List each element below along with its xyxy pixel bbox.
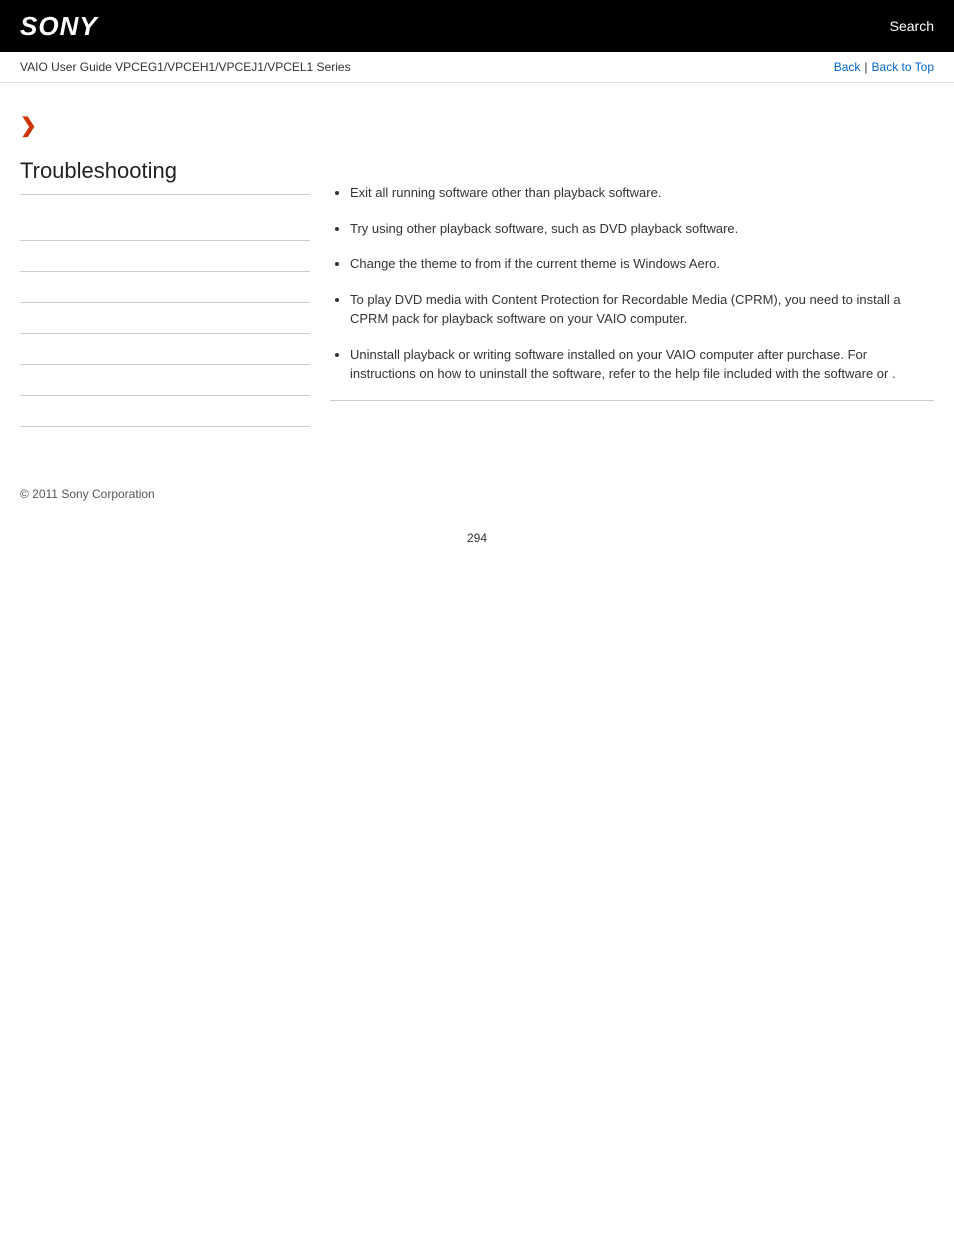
search-button[interactable]: Search [890,18,934,34]
main-container: ❯ Troubleshooting Exit all running softw… [0,83,954,447]
sidebar-nav-link[interactable] [20,311,310,325]
sidebar-nav-link[interactable] [20,373,310,387]
list-item [20,365,310,396]
list-item [20,272,310,303]
sidebar-nav-link[interactable] [20,280,310,294]
content-list: Exit all running software other than pla… [330,183,934,384]
header: SONY Search [0,0,954,52]
back-link[interactable]: Back [834,60,861,74]
list-item [20,210,310,241]
list-item: Try using other playback software, such … [350,219,934,239]
sidebar-nav [20,210,310,427]
list-item [20,334,310,365]
sidebar-nav-link[interactable] [20,218,310,232]
sidebar-nav-link[interactable] [20,249,310,263]
list-item: To play DVD media with Content Protectio… [350,290,934,329]
list-item: Exit all running software other than pla… [350,183,934,203]
sony-logo: SONY [20,11,98,42]
page-number: 294 [0,521,954,565]
breadcrumb-bar: VAIO User Guide VPCEG1/VPCEH1/VPCEJ1/VPC… [0,52,954,83]
chevron-icon: ❯ [20,113,310,138]
sidebar-nav-link[interactable] [20,342,310,356]
sidebar: ❯ Troubleshooting [20,103,310,427]
breadcrumb-links: Back | Back to Top [834,60,934,74]
content-area: Exit all running software other than pla… [330,103,934,427]
back-to-top-link[interactable]: Back to Top [872,60,934,74]
copyright-text: © 2011 Sony Corporation [20,487,155,501]
nav-separator: | [864,60,867,74]
sidebar-title: Troubleshooting [20,158,310,195]
list-item: Change the theme to from if the current … [350,254,934,274]
list-item [20,241,310,272]
footer: © 2011 Sony Corporation [0,467,954,521]
list-item [20,303,310,334]
sidebar-nav-link[interactable] [20,404,310,418]
list-item [20,396,310,427]
guide-title: VAIO User Guide VPCEG1/VPCEH1/VPCEJ1/VPC… [20,60,351,74]
content-divider [330,400,934,401]
list-item: Uninstall playback or writing software i… [350,345,934,384]
